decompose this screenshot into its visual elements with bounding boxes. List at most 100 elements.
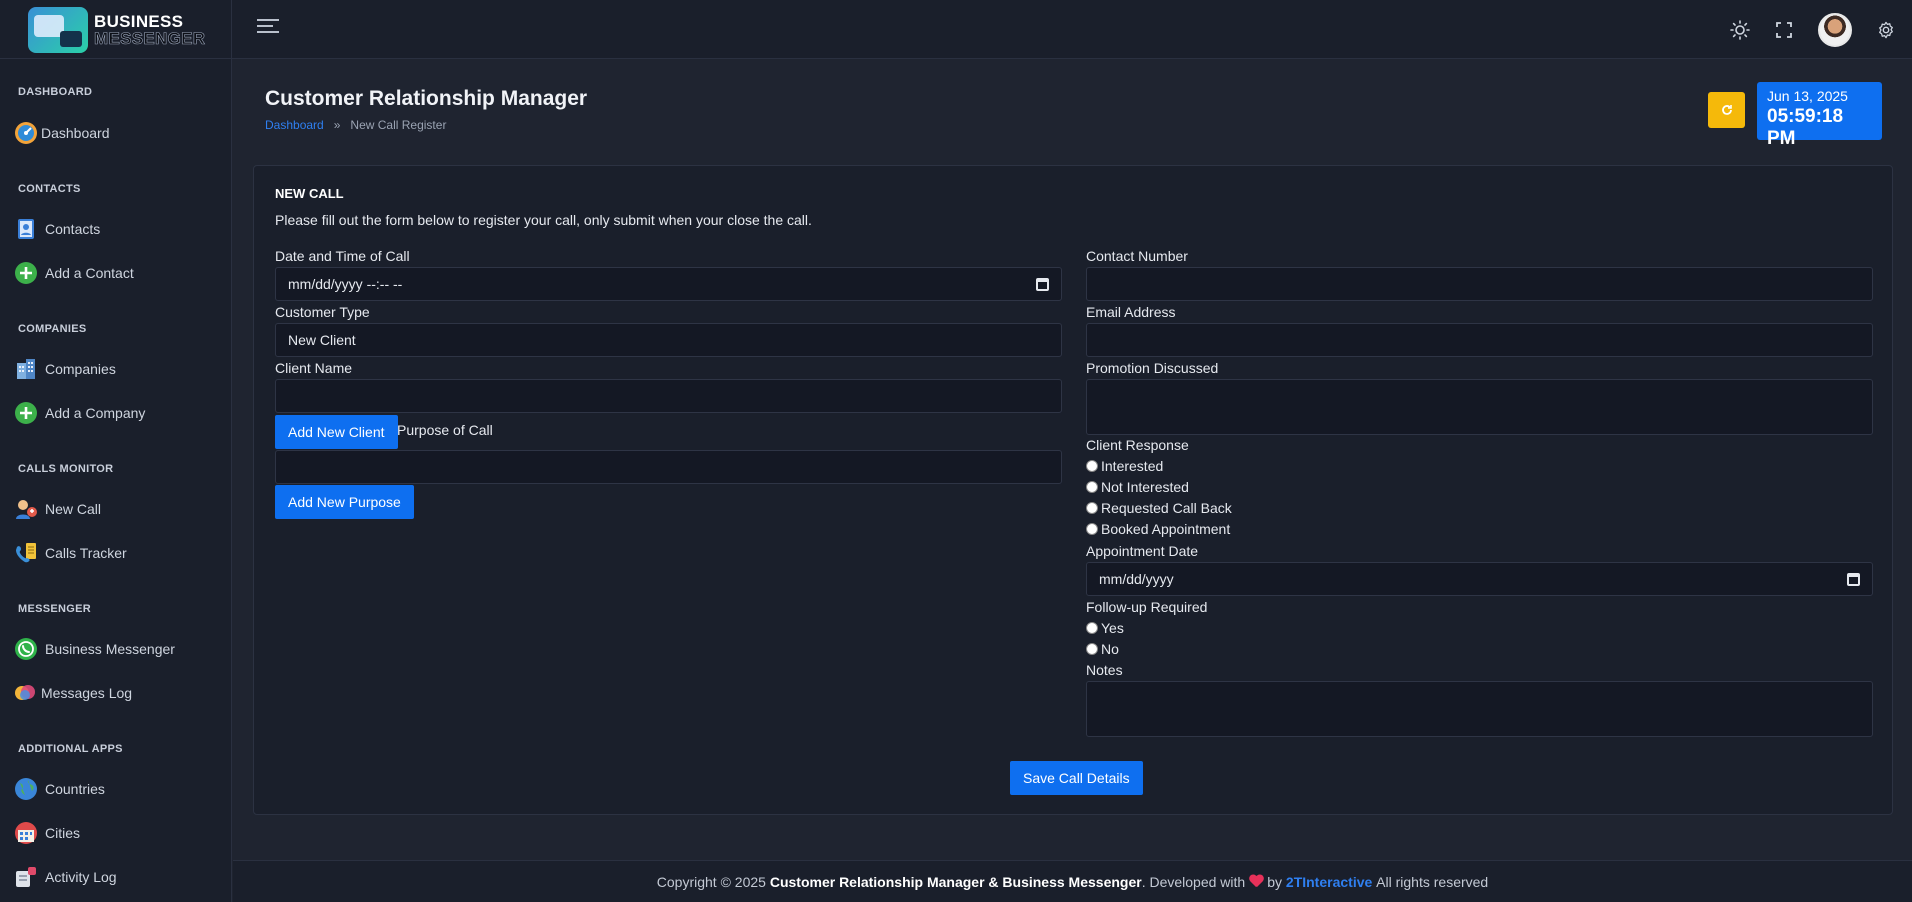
customer-type-select[interactable]: New Client [275, 323, 1062, 357]
sidebar-item-label: Calls Tracker [45, 545, 127, 561]
footer: Copyright © 2025 Customer Relationship M… [233, 860, 1912, 902]
sidebar-item-business-messenger[interactable]: Business Messenger [14, 634, 175, 664]
sidebar-item-label: Countries [45, 781, 105, 797]
sidebar-item-companies[interactable]: Companies [14, 354, 116, 384]
notes-textarea[interactable] [1086, 681, 1873, 737]
sidebar-item-cities[interactable]: Cities [14, 818, 80, 848]
purpose-of-call-input[interactable] [275, 450, 1062, 484]
footer-by: by [1267, 873, 1283, 890]
brand-logo[interactable]: BUSINESS MESSENGER [0, 0, 232, 59]
calendar-icon[interactable] [1036, 278, 1049, 291]
footer-company-link[interactable]: 2TInteractive [1286, 874, 1372, 890]
radio-label: Yes [1101, 620, 1124, 636]
top-bar: BUSINESS MESSENGER [0, 0, 1912, 59]
footer-copyright: Copyright © 2025 [656, 873, 766, 890]
contact-number-input[interactable] [1086, 267, 1873, 301]
client-name-input[interactable] [275, 379, 1062, 413]
radio-label: Not Interested [1101, 479, 1189, 495]
sidebar-item-new-call[interactable]: New Call [14, 494, 101, 524]
radio-circle[interactable] [1086, 523, 1098, 535]
section-companies: COMPANIES [18, 323, 87, 335]
promotion-textarea[interactable] [1086, 379, 1873, 435]
radio-follow-up-no[interactable]: No [1086, 641, 1119, 657]
radio-not-interested[interactable]: Not Interested [1086, 479, 1189, 495]
radio-circle[interactable] [1086, 460, 1098, 472]
user-avatar[interactable] [1818, 12, 1852, 47]
client-name-label: Client Name [275, 360, 353, 376]
section-calls-monitor: CALLS MONITOR [18, 463, 114, 475]
brand-line-1: BUSINESS [94, 11, 184, 31]
contact-number-label: Contact Number [1086, 248, 1188, 264]
breadcrumb: Dashboard » New Call Register [265, 118, 446, 132]
sidebar-item-dashboard[interactable]: Dashboard [14, 118, 110, 148]
phone-tracker-icon [14, 541, 38, 565]
customer-type-value: New Client [288, 332, 356, 348]
sidebar-item-add-company[interactable]: Add a Company [14, 398, 145, 428]
radio-circle[interactable] [1086, 481, 1098, 493]
sidebar-item-label: Messages Log [41, 685, 133, 701]
whatsapp-icon [14, 637, 38, 661]
page-title: Customer Relationship Manager [265, 87, 588, 110]
globe-icon [14, 777, 38, 801]
radio-follow-up-yes[interactable]: Yes [1086, 620, 1124, 636]
brand-line-2: MESSENGER [94, 28, 206, 48]
sidebar-item-label: Cities [45, 825, 81, 841]
radio-circle[interactable] [1086, 502, 1098, 514]
calendar-icon[interactable] [1847, 573, 1860, 586]
breadcrumb-home-link[interactable]: Dashboard [265, 118, 324, 132]
activity-log-icon [14, 865, 38, 889]
radio-requested-call-back[interactable]: Requested Call Back [1086, 500, 1232, 516]
date-time-input[interactable]: mm/dd/yyyy --:-- -- [275, 267, 1062, 301]
notes-label: Notes [1086, 662, 1123, 678]
refresh-button[interactable] [1708, 92, 1745, 128]
appointment-date-input[interactable]: mm/dd/yyyy [1086, 562, 1873, 596]
purpose-of-call-label: Purpose of Call [397, 422, 493, 438]
refresh-icon [1721, 105, 1732, 115]
handshake-logo-icon [28, 6, 88, 53]
radio-label: Booked Appointment [1101, 521, 1231, 537]
add-circle-icon [14, 261, 38, 285]
appointment-date-label: Appointment Date [1086, 543, 1199, 559]
radio-circle[interactable] [1086, 643, 1098, 655]
current-time: 05:59:18 PM [1767, 106, 1844, 149]
customer-type-label: Customer Type [275, 304, 370, 320]
sidebar-item-contacts[interactable]: Contacts [14, 214, 100, 244]
contacts-book-icon [14, 217, 38, 241]
client-response-label: Client Response [1086, 437, 1189, 453]
form-description: Please fill out the form below to regist… [275, 212, 812, 228]
radio-label: No [1101, 641, 1119, 657]
radio-label: Interested [1101, 458, 1164, 474]
sidebar-item-label: Activity Log [45, 869, 117, 885]
add-new-purpose-button[interactable]: Add New Purpose [275, 485, 414, 519]
radio-interested[interactable]: Interested [1086, 458, 1163, 474]
save-call-details-button[interactable]: Save Call Details [1010, 761, 1143, 795]
email-label: Email Address [1086, 304, 1176, 320]
sidebar-item-label: Add a Company [45, 405, 146, 421]
chat-bubbles-icon [14, 681, 38, 705]
sidebar-item-countries[interactable]: Countries [14, 774, 105, 804]
breadcrumb-separator: » [333, 118, 341, 132]
footer-app-name: Customer Relationship Manager & Business… [769, 873, 1142, 890]
current-date: Jun 13, 2025 [1767, 88, 1848, 104]
email-input[interactable] [1086, 323, 1873, 357]
add-new-client-button[interactable]: Add New Client [275, 415, 398, 449]
theme-toggle-icon[interactable] [1718, 8, 1762, 52]
add-circle-icon [14, 401, 38, 425]
radio-booked-appointment[interactable]: Booked Appointment [1086, 521, 1230, 537]
dashboard-icon [14, 121, 38, 145]
date-time-label: Date and Time of Call [275, 248, 410, 264]
radio-circle[interactable] [1086, 622, 1098, 634]
footer-rights: All rights reserved [1376, 873, 1489, 890]
sidebar-item-label: Contacts [45, 221, 101, 237]
sidebar-item-label: Business Messenger [45, 641, 175, 657]
settings-gear-icon[interactable] [1864, 8, 1908, 52]
sidebar-item-activity-log[interactable]: Activity Log [14, 862, 117, 892]
brand-name: BUSINESS MESSENGER [94, 11, 206, 48]
radio-label: Requested Call Back [1101, 500, 1232, 516]
sidebar-item-messages-log[interactable]: Messages Log [14, 678, 132, 708]
sidebar-item-calls-tracker[interactable]: Calls Tracker [14, 538, 127, 568]
sidebar-item-label: New Call [45, 501, 102, 517]
fullscreen-icon[interactable] [1762, 8, 1806, 52]
menu-toggle-icon[interactable] [257, 19, 279, 35]
sidebar-item-add-contact[interactable]: Add a Contact [14, 258, 134, 288]
